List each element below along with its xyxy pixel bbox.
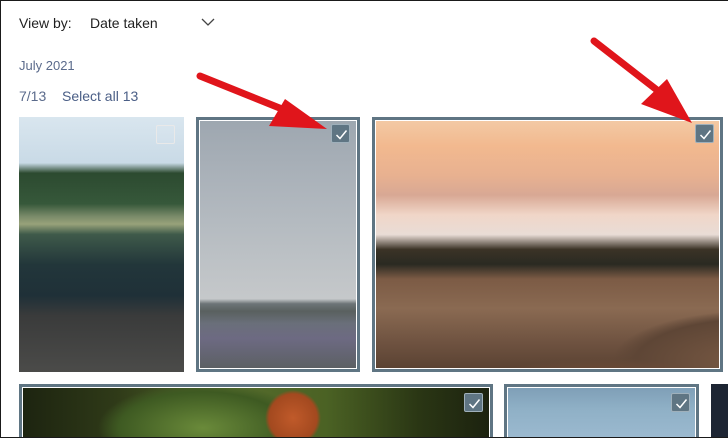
photo-tile-forest[interactable] bbox=[19, 384, 493, 437]
photo-sky bbox=[200, 121, 356, 368]
checkmark-icon bbox=[675, 399, 688, 409]
photo-lake bbox=[19, 117, 184, 372]
photos-window: View by: Date taken July 2021 7/13 Selec… bbox=[0, 0, 728, 438]
chevron-down-icon bbox=[201, 18, 215, 26]
photo-dark bbox=[711, 384, 728, 437]
photo-fog-sunset bbox=[376, 121, 719, 368]
photo-tile-sky[interactable] bbox=[196, 117, 360, 372]
select-all-link[interactable]: Select all 13 bbox=[62, 88, 138, 104]
checkmark-icon bbox=[335, 130, 348, 140]
checkmark-icon bbox=[468, 399, 481, 409]
view-by-control: View by: Date taken bbox=[19, 13, 215, 33]
checkbox-icon[interactable] bbox=[695, 124, 714, 143]
checkbox-icon[interactable] bbox=[331, 124, 350, 143]
photo-forest bbox=[23, 388, 489, 437]
checkmark-icon bbox=[699, 130, 712, 140]
photo-tile-fog[interactable] bbox=[372, 117, 723, 372]
view-by-dropdown[interactable]: Date taken bbox=[90, 13, 240, 33]
annotation-arrow-right bbox=[590, 37, 692, 123]
photo-blue-sky bbox=[508, 388, 695, 437]
selected-count: 7/13 bbox=[19, 88, 47, 104]
view-by-label: View by: bbox=[19, 15, 72, 31]
month-heading: July 2021 bbox=[19, 58, 75, 73]
view-by-value: Date taken bbox=[90, 15, 158, 31]
checkbox-icon[interactable] bbox=[156, 125, 175, 144]
photo-tile-blue[interactable] bbox=[504, 384, 699, 437]
photo-tile-lake[interactable] bbox=[19, 117, 184, 372]
photo-tile-dark[interactable] bbox=[711, 384, 728, 437]
checkbox-icon[interactable] bbox=[464, 393, 483, 412]
checkbox-icon[interactable] bbox=[671, 393, 690, 412]
selection-row: 7/13 Select all 13 bbox=[19, 88, 138, 104]
